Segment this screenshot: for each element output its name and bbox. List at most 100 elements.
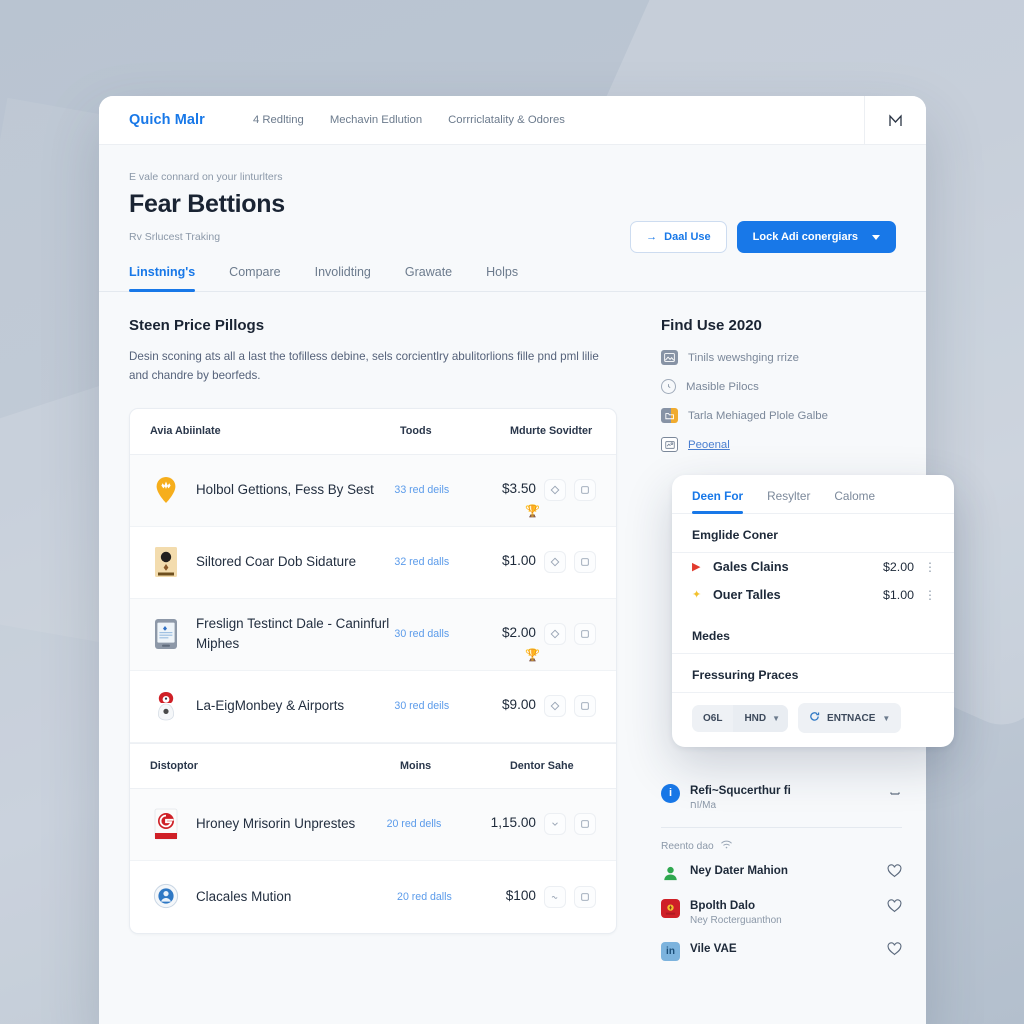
list-item[interactable]: Bpolth Dalo Ney Rocterguanthon (661, 891, 902, 934)
copy-icon-button[interactable] (574, 885, 596, 908)
list-item[interactable]: Ney Dater Mahion (661, 856, 902, 891)
sidebar-title: Find Use 2020 (661, 317, 762, 334)
tag-icon-button[interactable] (544, 695, 566, 718)
lock-add-button[interactable]: Lock Adi conergiars (736, 221, 896, 253)
row-price-cell: $9.00 (501, 695, 596, 718)
tab-listings[interactable]: Linstning's (129, 265, 196, 292)
info-badge-icon: i (661, 784, 680, 803)
overlay-item-price: $1.00 (882, 588, 914, 602)
sidebar-item-label: Masible Pilocs (686, 380, 759, 393)
tab-grawate[interactable]: Grawate (405, 265, 452, 291)
wifi-icon (720, 840, 733, 852)
overlay-tab-resylter[interactable]: Resylter (767, 489, 810, 513)
overlay-list-item[interactable]: ▶ Gales Clains $2.00 ⋮ (672, 553, 954, 581)
list-item-title: Ney Dater Mahion (690, 864, 788, 877)
lock-add-label: Lock Adi conergiars (752, 231, 858, 243)
linkedin-glyph: in (666, 945, 675, 957)
red-logo-icon (150, 807, 182, 841)
top-nav-item-2[interactable]: Corrriclatality & Odores (448, 114, 565, 126)
copy-icon-button[interactable] (574, 479, 596, 502)
tag-icon-button[interactable] (544, 551, 566, 574)
row-meta[interactable]: 30 red dalls (394, 628, 502, 640)
sidebar-item-1[interactable]: Masible Pilocs (661, 379, 902, 394)
tab-involidting[interactable]: Involidting (315, 265, 371, 291)
tablet-device-icon (150, 617, 182, 651)
row-price: $2.00 (501, 625, 536, 641)
row-meta[interactable]: 32 red dalls (394, 556, 502, 568)
sidebar-item-label: Tarla Mehiaged Plole Galbe (688, 409, 828, 422)
brand-logo[interactable]: Quich Malr (99, 112, 205, 128)
top-nav-item-0[interactable]: 4 Redlting (253, 114, 304, 126)
list-item-sub: Ney Rocterguanthon (690, 915, 782, 926)
copy-icon-button[interactable] (574, 623, 596, 646)
minimize-icon[interactable] (888, 784, 902, 802)
overlay-tab-deen-for[interactable]: Deen For (692, 489, 744, 514)
overlay-footer: O6L HND ▼ ENTNACE ▼ (672, 693, 954, 733)
breadcrumb: E vale connard on your linturlters (129, 171, 283, 183)
table-row[interactable]: Freslign Testinct Dale - Caninfurl Miphe… (130, 598, 616, 671)
overlay-item-price: $2.00 (882, 560, 914, 574)
section-title: Steen Price Pillogs (129, 317, 265, 334)
red-app-icon (661, 899, 680, 918)
row-price: $9.00 (501, 697, 536, 713)
heart-icon[interactable] (887, 899, 902, 916)
row-price-cell: $3.50 🏆 (502, 479, 596, 517)
row-meta[interactable]: 20 red dells (387, 818, 491, 830)
table-row[interactable]: Holbol Gettions, Fess By Sest 33 red dei… (130, 454, 616, 527)
column-header-distributor: Distoptor (150, 759, 198, 772)
segment-hnd[interactable]: HND ▼ (733, 704, 789, 732)
tag-icon-button[interactable] (544, 479, 566, 502)
list-item-title: Bpolth Dalo (690, 899, 756, 912)
table-row[interactable]: Hroney Mrisorin Unprestes 20 red dells 1… (130, 788, 616, 861)
kebab-menu-icon[interactable]: ⋮ (924, 588, 936, 602)
overlay-section-b: Medes (672, 615, 954, 654)
tag-icon-button[interactable] (544, 623, 566, 646)
recent-label-row: Reento dao (661, 840, 902, 852)
floating-panel: Deen For Resylter Calome Emglide Coner ▶… (672, 475, 954, 747)
copy-icon-button[interactable] (574, 695, 596, 718)
list-item-text: Ney Dater Mahion (690, 864, 877, 877)
column-header-price: Mdurte Sovidter (510, 425, 593, 438)
row-name-cell: Hroney Mrisorin Unprestes (150, 807, 387, 841)
tab-holps[interactable]: Holps (486, 265, 518, 291)
segmented-control[interactable]: O6L HND ▼ (692, 704, 789, 732)
overlay-section-a: Emglide Coner (672, 514, 954, 553)
row-meta[interactable]: 20 red dalls (397, 891, 506, 903)
segment-obl[interactable]: O6L (692, 705, 733, 732)
expand-icon-button[interactable] (544, 813, 566, 836)
chevron-down-icon: ▼ (882, 713, 891, 723)
copy-icon-button[interactable] (574, 813, 596, 836)
entrace-dropdown[interactable]: ENTNACE ▼ (798, 703, 902, 733)
top-nav-links: 4 Redlting Mechavin Edlution Corrriclata… (253, 114, 864, 126)
overlay-list-item[interactable]: ✦ Ouer Talles $1.00 ⋮ (672, 581, 954, 609)
row-meta[interactable]: 30 red deils (394, 700, 502, 712)
row-title: Hroney Mrisorin Unprestes (196, 816, 356, 831)
feature-row-text: Refi~Squcerthur fi חI/Ma (690, 784, 878, 811)
page-header: E vale connard on your linturlters Fear … (99, 145, 926, 253)
sidebar-item-0[interactable]: Tinils wewshging rrize (661, 350, 902, 365)
kebab-menu-icon[interactable]: ⋮ (924, 560, 936, 574)
heart-icon[interactable] (887, 942, 902, 959)
monogram-m-icon[interactable] (864, 96, 926, 145)
overlay-tab-calome[interactable]: Calome (834, 489, 875, 513)
row-name-cell: Holbol Gettions, Fess By Sest (150, 473, 394, 507)
linkedin-icon: in (661, 942, 680, 961)
top-nav-item-1[interactable]: Mechavin Edlution (330, 114, 422, 126)
expand-icon-button[interactable] (544, 885, 566, 908)
sidebar-item-3[interactable]: Peoenal (661, 437, 902, 452)
row-price: 1,15.00 (490, 815, 536, 831)
copy-icon-button[interactable] (574, 551, 596, 574)
list-item-text: Bpolth Dalo Ney Rocterguanthon (690, 899, 877, 926)
list-item[interactable]: in Vile VAE (661, 934, 902, 969)
blue-badge-icon (150, 880, 182, 914)
table-row[interactable]: Siltored Coar Dob Sidature 32 red dalls … (130, 527, 616, 599)
sidebar-item-2[interactable]: Tarla Mehiaged Plole Galbe (661, 408, 902, 423)
table-row[interactable]: Clacales Mution 20 red dalls $100 (130, 861, 616, 933)
deal-use-button[interactable]: → Daal Use (630, 221, 727, 253)
feature-row[interactable]: i Refi~Squcerthur fi חI/Ma (661, 776, 902, 819)
tab-compare[interactable]: Compare (229, 265, 280, 291)
table-row[interactable]: La-EigMonbey & Airports 30 red deils $9.… (130, 671, 616, 743)
heart-icon[interactable] (887, 864, 902, 881)
row-meta[interactable]: 33 red deils (394, 484, 502, 496)
row-title: Siltored Coar Dob Sidature (196, 554, 357, 569)
